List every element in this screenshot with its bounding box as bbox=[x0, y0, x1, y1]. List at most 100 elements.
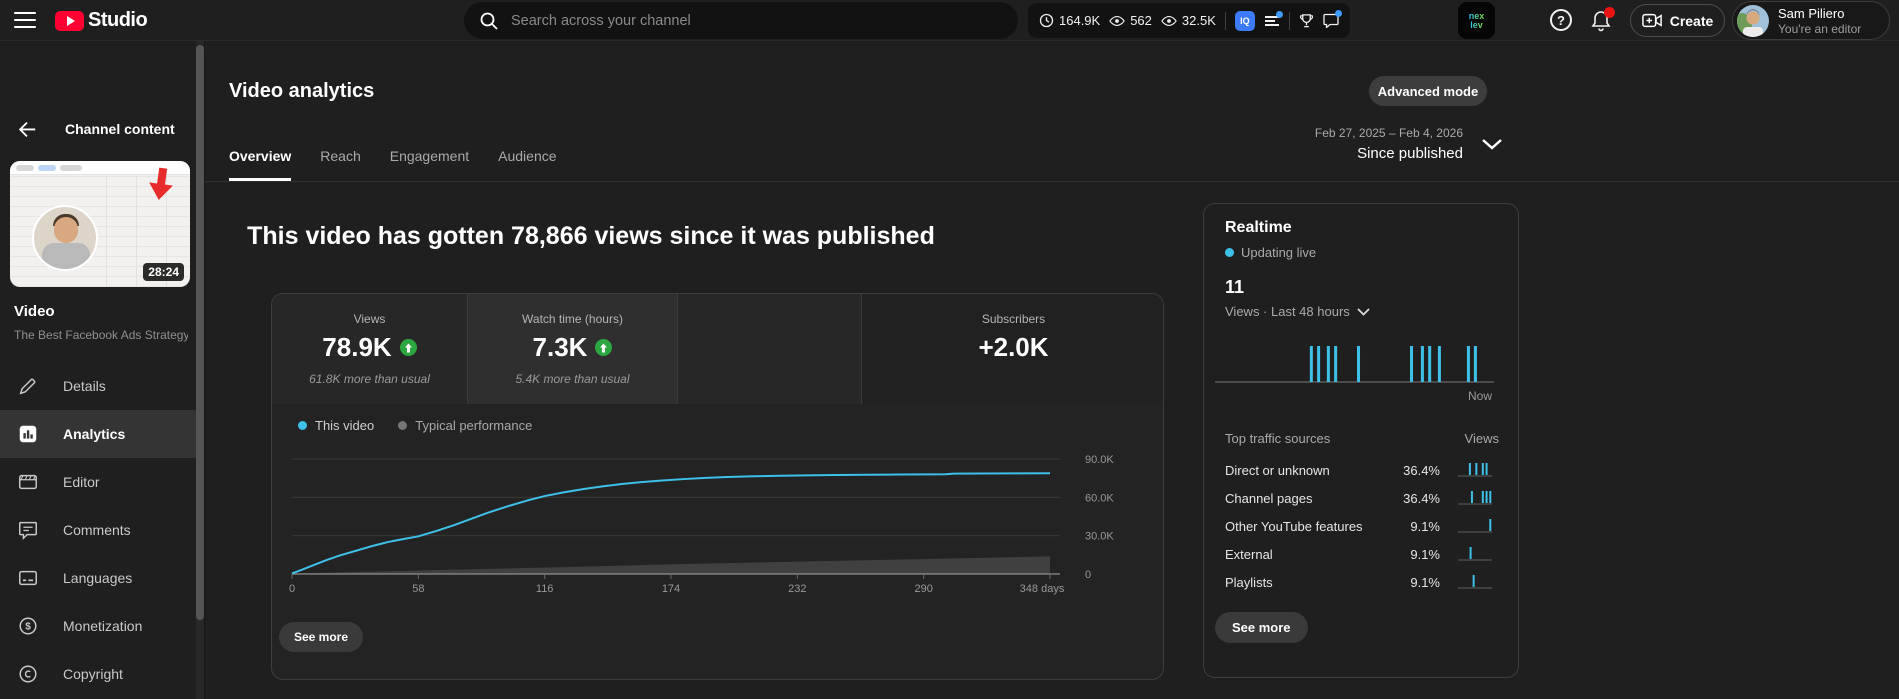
search-bar[interactable] bbox=[464, 2, 1018, 39]
arrow-left-icon bbox=[18, 121, 36, 137]
views-headline: This video has gotten 78,866 views since… bbox=[247, 222, 935, 250]
realtime-views-dropdown[interactable]: Views · Last 48 hours bbox=[1225, 304, 1370, 319]
stat-views-1: 562 bbox=[1109, 13, 1152, 28]
chevron-down-icon[interactable] bbox=[1481, 138, 1503, 151]
tab-overview[interactable]: Overview bbox=[229, 148, 292, 181]
svg-text:58: 58 bbox=[412, 583, 424, 595]
eye-icon bbox=[1109, 15, 1126, 26]
notification-dot bbox=[1604, 7, 1615, 18]
tab-audience[interactable]: Audience bbox=[498, 148, 556, 181]
see-more-button[interactable]: See more bbox=[279, 622, 364, 652]
chevron-down-icon bbox=[1357, 307, 1370, 316]
key-metrics-card: Views 78.9K 61.8K more than usual Watch … bbox=[271, 293, 1164, 680]
traffic-sources-table: Direct or unknown 36.4% Channel pages 36.4… bbox=[1225, 456, 1499, 596]
back-to-channel-content[interactable]: Channel content bbox=[0, 111, 196, 147]
monetization-icon: $ bbox=[16, 614, 40, 638]
realtime-title: Realtime bbox=[1225, 219, 1292, 236]
sidebar-item-monetization[interactable]: $ Monetization bbox=[0, 602, 196, 650]
date-mode-text: Since published bbox=[1357, 145, 1463, 162]
search-input[interactable] bbox=[511, 12, 951, 29]
create-button[interactable]: Create bbox=[1630, 4, 1725, 37]
svg-text:0: 0 bbox=[289, 583, 295, 595]
studio-logo[interactable]: Studio bbox=[55, 9, 148, 32]
svg-text:0: 0 bbox=[1085, 569, 1091, 581]
back-label: Channel content bbox=[65, 121, 175, 137]
notifications-bell-icon[interactable] bbox=[1590, 7, 1615, 33]
sidebar-item-analytics[interactable]: Analytics bbox=[0, 410, 196, 458]
date-range-selector[interactable]: Feb 27, 2025 – Feb 4, 2026 Since publish… bbox=[1163, 126, 1463, 162]
traffic-sparkline bbox=[1458, 575, 1492, 589]
traffic-sparkline bbox=[1458, 547, 1492, 561]
analytics-icon bbox=[16, 422, 40, 446]
svg-text:174: 174 bbox=[662, 583, 680, 595]
user-role: You're an editor bbox=[1778, 21, 1862, 36]
sidebar-item-languages[interactable]: Languages bbox=[0, 554, 196, 602]
sidebar-item-copyright[interactable]: Copyright bbox=[0, 650, 196, 698]
user-name: Sam Piliero bbox=[1778, 5, 1845, 21]
realtime-card: Realtime Updating live 11 Views · Last 4… bbox=[1203, 203, 1519, 678]
svg-text:30.0K: 30.0K bbox=[1085, 531, 1114, 543]
comments-icon bbox=[16, 518, 40, 542]
editor-icon bbox=[16, 470, 40, 494]
sidebar-scrollbar-thumb[interactable] bbox=[196, 45, 204, 620]
sheet-column-line bbox=[136, 176, 137, 287]
traffic-row: Channel pages 36.4% bbox=[1225, 484, 1499, 512]
topbar: Studio 164.9K 562 32.5K IQ bbox=[0, 0, 1899, 41]
video-section-label: Video bbox=[14, 303, 55, 320]
clock-icon bbox=[1039, 13, 1054, 28]
sidebar-item-editor[interactable]: Editor bbox=[0, 458, 196, 506]
advanced-mode-button[interactable]: Advanced mode bbox=[1369, 76, 1487, 106]
tab-reach[interactable]: Reach bbox=[320, 148, 360, 181]
chat-tool-icon[interactable] bbox=[1323, 10, 1342, 28]
page-title: Video analytics bbox=[229, 80, 375, 102]
divider bbox=[1288, 11, 1290, 30]
hamburger-menu-icon[interactable] bbox=[14, 12, 36, 28]
video-duration-badge: 28:24 bbox=[143, 263, 184, 281]
help-icon[interactable]: ? bbox=[1550, 9, 1572, 31]
stat-watchtime: 164.9K bbox=[1039, 13, 1100, 28]
presenter-photo bbox=[32, 205, 98, 271]
traffic-sparkline bbox=[1458, 491, 1492, 505]
video-thumbnail[interactable]: 28:24 bbox=[10, 161, 190, 287]
copyright-icon bbox=[16, 662, 40, 686]
notification-dot bbox=[1334, 10, 1342, 17]
traffic-row: Playlists 9.1% bbox=[1225, 568, 1499, 596]
avatar bbox=[1737, 4, 1769, 37]
list-tool-icon[interactable] bbox=[1264, 10, 1283, 28]
live-dot-icon bbox=[1225, 248, 1234, 257]
svg-text:348 days: 348 days bbox=[1020, 583, 1065, 595]
analytics-tabs: Overview Reach Engagement Audience bbox=[229, 148, 557, 181]
see-more-button[interactable]: See more bbox=[1215, 612, 1308, 643]
svg-text:116: 116 bbox=[536, 583, 554, 595]
nexlev-extension-icon[interactable]: nex lev bbox=[1458, 2, 1495, 39]
main-content: Video analytics Advanced mode Overview R… bbox=[204, 41, 1899, 699]
traffic-sources-header: Top traffic sources Views bbox=[1225, 431, 1499, 446]
video-create-icon bbox=[1641, 13, 1662, 28]
tab-engagement[interactable]: Engagement bbox=[390, 148, 469, 181]
video-title: The Best Facebook Ads Strategy for ... bbox=[14, 328, 188, 342]
sidebar-item-details[interactable]: Details bbox=[0, 362, 196, 410]
extension-stats-bar[interactable]: 164.9K 562 32.5K IQ bbox=[1028, 3, 1350, 38]
sidebar: Channel content 28:24 Video The Best Fac… bbox=[0, 41, 204, 699]
sidebar-scrollbar-track bbox=[196, 41, 204, 699]
stat-views-2: 32.5K bbox=[1161, 13, 1216, 28]
realtime-bar-chart bbox=[1215, 346, 1494, 383]
sheet-column-line bbox=[106, 176, 107, 287]
svg-text:90.0K: 90.0K bbox=[1085, 454, 1114, 466]
traffic-sparkline bbox=[1458, 463, 1492, 477]
youtube-studio-app: Studio 164.9K 562 32.5K IQ bbox=[0, 0, 1899, 699]
tabs-divider bbox=[205, 181, 1899, 182]
traffic-row: Other YouTube features 9.1% bbox=[1225, 512, 1499, 540]
red-arrow-icon bbox=[149, 167, 173, 200]
vidiq-icon[interactable]: IQ bbox=[1234, 10, 1255, 31]
divider bbox=[1224, 11, 1226, 30]
svg-text:$: $ bbox=[25, 622, 31, 633]
traffic-row: Direct or unknown 36.4% bbox=[1225, 456, 1499, 484]
trophy-icon[interactable] bbox=[1299, 13, 1314, 28]
sidebar-item-comments[interactable]: Comments bbox=[0, 506, 196, 554]
account-menu[interactable]: Sam Piliero You're an editor bbox=[1732, 1, 1890, 40]
views-line-chart: 0 58 116 174 232 290 348 days 0 30.0K 60.0K 90.0K bbox=[289, 454, 1114, 595]
svg-text:290: 290 bbox=[914, 583, 932, 595]
search-icon bbox=[480, 12, 498, 30]
realtime-status: Updating live bbox=[1225, 245, 1316, 260]
